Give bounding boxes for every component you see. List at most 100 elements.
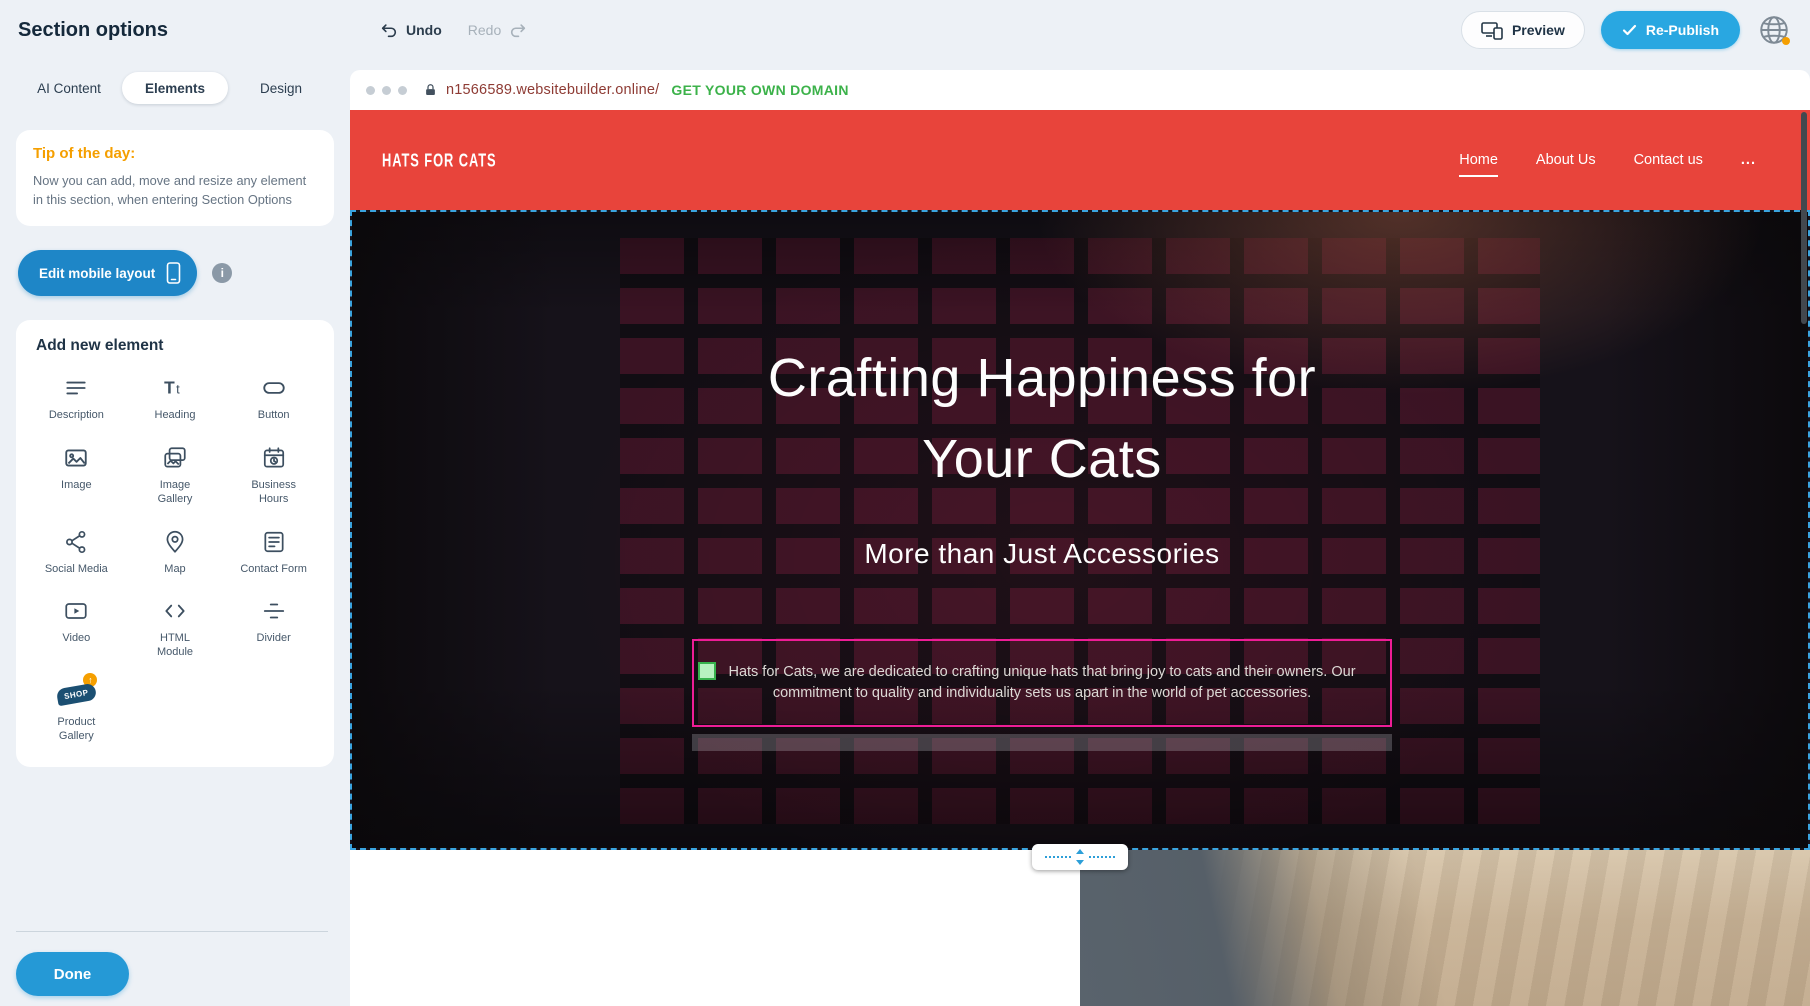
element-html-module[interactable]: HTML Module bbox=[127, 596, 224, 660]
element-image[interactable]: Image bbox=[28, 443, 125, 507]
element-heading[interactable]: Tt Heading bbox=[127, 373, 224, 423]
element-video[interactable]: Video bbox=[28, 596, 125, 660]
nav-contact-us[interactable]: Contact us bbox=[1634, 152, 1703, 168]
element-business-hours[interactable]: Business Hours bbox=[225, 443, 322, 507]
site-nav: Home About Us Contact us ... bbox=[1459, 152, 1756, 168]
preview-button[interactable]: Preview bbox=[1461, 11, 1585, 49]
add-element-card: Add new element Description Tt Heading B… bbox=[16, 320, 334, 767]
element-drag-handle[interactable] bbox=[698, 662, 716, 680]
shop-tag: SHOP bbox=[56, 683, 97, 706]
description-icon bbox=[63, 373, 89, 403]
element-button[interactable]: Button bbox=[225, 373, 322, 423]
lock-icon bbox=[423, 82, 438, 98]
sidebar-tabs: AI Content Elements Design bbox=[16, 72, 334, 104]
undo-redo-group: Undo Redo bbox=[380, 0, 527, 60]
next-section bbox=[350, 850, 1810, 1006]
element-image-gallery[interactable]: Image Gallery bbox=[127, 443, 224, 507]
hero-content: Crafting Happiness for Your Cats More th… bbox=[352, 212, 1808, 848]
video-icon bbox=[63, 596, 89, 626]
business-hours-icon bbox=[261, 443, 287, 473]
browser-chrome: n1566589.websitebuilder.online/ GET YOUR… bbox=[350, 70, 1810, 110]
element-divider[interactable]: Divider bbox=[225, 596, 322, 660]
tab-ai-content[interactable]: AI Content bbox=[16, 72, 122, 104]
element-label: Social Media bbox=[45, 563, 108, 577]
edit-mobile-label: Edit mobile layout bbox=[39, 266, 155, 281]
element-description[interactable]: Description bbox=[28, 373, 125, 423]
element-label: Button bbox=[258, 409, 290, 423]
element-social-media[interactable]: Social Media bbox=[28, 527, 125, 577]
tab-elements[interactable]: Elements bbox=[122, 72, 228, 104]
site-preview: n1566589.websitebuilder.online/ GET YOUR… bbox=[350, 70, 1810, 1006]
topbar: Section options Undo Redo Preview Re-Pub… bbox=[0, 0, 1810, 60]
tip-body: Now you can add, move and resize any ele… bbox=[33, 171, 317, 209]
preview-label: Preview bbox=[1512, 22, 1565, 38]
edit-mobile-layout-button[interactable]: Edit mobile layout bbox=[18, 250, 197, 296]
heading-icon: Tt bbox=[162, 373, 188, 403]
element-grid: Description Tt Heading Button Image Imag… bbox=[28, 373, 322, 743]
undo-label: Undo bbox=[406, 22, 442, 38]
republish-label: Re-Publish bbox=[1646, 22, 1719, 38]
tab-design[interactable]: Design bbox=[228, 72, 334, 104]
element-label: HTML Module bbox=[141, 632, 209, 660]
divider-icon bbox=[261, 596, 287, 626]
republish-button[interactable]: Re-Publish bbox=[1601, 11, 1740, 49]
next-section-image bbox=[1080, 850, 1810, 1006]
info-icon[interactable]: i bbox=[212, 263, 232, 283]
hero-paragraph: Hats for Cats, we are dedicated to craft… bbox=[702, 662, 1382, 703]
nav-home[interactable]: Home bbox=[1459, 152, 1498, 168]
redo-icon bbox=[509, 22, 527, 39]
site-logo: HATS FOR CATS bbox=[382, 150, 497, 171]
next-section-blank bbox=[350, 850, 1080, 1006]
nav-more-icon[interactable]: ... bbox=[1741, 152, 1756, 168]
button-icon bbox=[261, 373, 287, 403]
image-icon bbox=[63, 443, 89, 473]
site-url[interactable]: n1566589.websitebuilder.online/ bbox=[446, 82, 659, 98]
element-label: Image bbox=[61, 479, 92, 493]
phone-icon bbox=[166, 262, 181, 284]
get-domain-link[interactable]: GET YOUR OWN DOMAIN bbox=[671, 82, 848, 98]
scrollbar[interactable] bbox=[1801, 112, 1807, 324]
site-header: HATS FOR CATS Home About Us Contact us .… bbox=[350, 110, 1810, 210]
resize-dotline bbox=[1089, 856, 1115, 858]
selected-text-element[interactable]: Hats for Cats, we are dedicated to craft… bbox=[692, 639, 1392, 727]
mobile-layout-row: Edit mobile layout i bbox=[16, 250, 334, 296]
element-label: Image Gallery bbox=[141, 479, 209, 507]
hero-title[interactable]: Crafting Happiness for Your Cats bbox=[768, 338, 1316, 500]
product-gallery-icon: ↑ SHOP bbox=[56, 680, 96, 710]
element-label: Description bbox=[49, 409, 104, 423]
tip-title: Tip of the day: bbox=[33, 145, 317, 162]
element-label: Heading bbox=[155, 409, 196, 423]
nav-about-us[interactable]: About Us bbox=[1536, 152, 1596, 168]
contact-form-icon bbox=[261, 527, 287, 557]
undo-icon bbox=[380, 22, 398, 39]
language-globe-button[interactable] bbox=[1756, 12, 1792, 48]
svg-text:T: T bbox=[164, 378, 175, 398]
svg-text:t: t bbox=[176, 382, 180, 397]
done-button[interactable]: Done bbox=[16, 952, 129, 996]
resize-dotline bbox=[1045, 856, 1071, 858]
redo-label: Redo bbox=[468, 22, 501, 38]
add-element-title: Add new element bbox=[36, 337, 322, 355]
sidebar-divider bbox=[16, 931, 328, 932]
section-options-sidebar: AI Content Elements Design Tip of the da… bbox=[0, 60, 350, 1006]
element-map[interactable]: Map bbox=[127, 527, 224, 577]
element-label: Product Gallery bbox=[42, 716, 110, 744]
resize-arrows-icon bbox=[1075, 848, 1085, 866]
tip-of-the-day-card: Tip of the day: Now you can add, move an… bbox=[16, 130, 334, 226]
undo-button[interactable]: Undo bbox=[380, 22, 442, 39]
element-contact-form[interactable]: Contact Form bbox=[225, 527, 322, 577]
devices-icon bbox=[1481, 21, 1503, 40]
element-label: Business Hours bbox=[240, 479, 308, 507]
html-module-icon bbox=[162, 596, 188, 626]
window-controls bbox=[366, 86, 407, 95]
element-label: Video bbox=[62, 632, 90, 646]
hero-section-selected[interactable]: Crafting Happiness for Your Cats More th… bbox=[350, 210, 1810, 850]
hero-subtitle[interactable]: More than Just Accessories bbox=[864, 538, 1219, 570]
redo-button[interactable]: Redo bbox=[468, 22, 527, 39]
element-product-gallery[interactable]: ↑ SHOP Product Gallery bbox=[28, 680, 125, 744]
element-label: Map bbox=[164, 563, 185, 577]
section-resize-handle[interactable] bbox=[1032, 844, 1128, 870]
element-label: Divider bbox=[257, 632, 291, 646]
notification-dot bbox=[1782, 37, 1790, 45]
element-ghost-bar bbox=[692, 734, 1392, 751]
